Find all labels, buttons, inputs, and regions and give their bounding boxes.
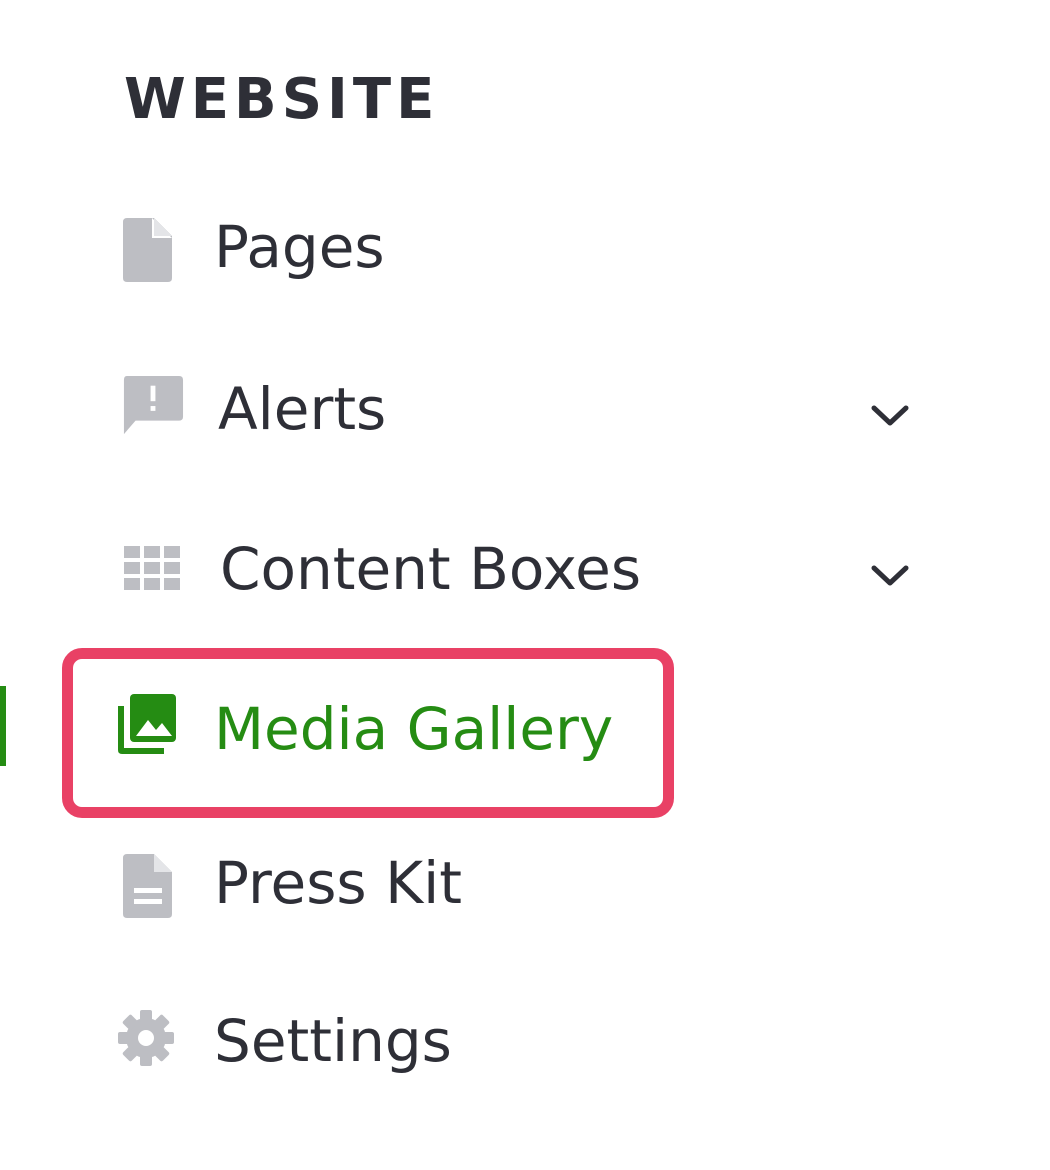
sidebar-item-label: Press Kit (214, 849, 462, 917)
grid-icon (124, 546, 180, 590)
sidebar-item-label: Settings (214, 1007, 452, 1075)
alert-comment-icon (123, 376, 184, 435)
gear-icon (118, 1010, 174, 1066)
sidebar-item-settings[interactable]: Settings (0, 990, 1050, 1090)
image-library-icon (118, 694, 176, 754)
sidebar-item-press-kit[interactable]: Press Kit (0, 832, 1050, 932)
sidebar-item-label: Alerts (218, 375, 387, 443)
chevron-down-icon[interactable] (864, 550, 916, 602)
chevron-down-icon[interactable] (864, 390, 916, 442)
sidebar-item-label: Media Gallery (214, 695, 614, 763)
file-icon (123, 218, 172, 282)
document-icon (123, 854, 172, 918)
sidebar-item-label: Pages (214, 213, 385, 281)
section-title: WEBSITE (124, 67, 440, 132)
sidebar-item-content-boxes[interactable]: Content Boxes (0, 518, 1050, 618)
sidebar-item-alerts[interactable]: Alerts (0, 358, 1050, 458)
sidebar-item-media-gallery[interactable]: Media Gallery (0, 676, 1050, 776)
sidebar: WEBSITE Pages Alerts Content Boxes Media… (0, 0, 1050, 1170)
sidebar-item-pages[interactable]: Pages (0, 196, 1050, 296)
sidebar-item-label: Content Boxes (220, 535, 642, 603)
